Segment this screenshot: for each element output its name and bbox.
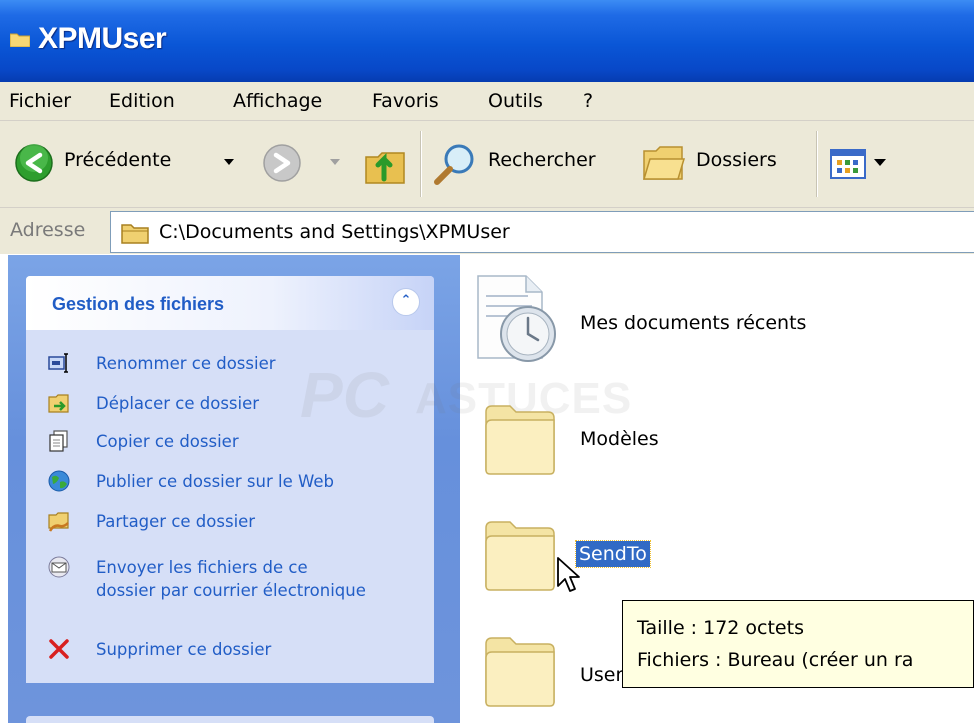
toolbar-separator [816,131,818,197]
file-item-recent-documents[interactable]: Mes documents récents [470,270,890,370]
task-label: Publier ce dossier sur le Web [96,472,334,491]
task-label: Copier ce dossier [96,432,239,451]
tooltip-size: Taille : 172 octets [637,617,804,639]
mouse-cursor-icon [557,557,580,592]
folder-icon [485,637,555,707]
folders-label: Dossiers [696,149,777,171]
back-button[interactable]: Précédente [8,137,268,189]
file-info-tooltip: Taille : 172 octets Fichiers : Bureau (c… [622,600,974,688]
search-label: Rechercher [488,149,596,171]
views-button[interactable] [826,145,898,185]
folders-icon [642,146,686,180]
file-name: User [580,664,624,686]
address-input[interactable]: C:\Documents and Settings\XPMUser [110,211,974,253]
up-folder-icon[interactable] [362,139,408,187]
copy-icon [49,430,68,452]
toolbar-separator [420,131,422,197]
email-icon [48,556,70,578]
rename-icon [48,353,68,373]
share-icon [48,512,69,532]
panel-title: Gestion des fichiers [52,294,225,314]
task-label: Envoyer les fichiers de ce dossier par c… [96,558,366,600]
window-title: XPMUser [38,22,167,55]
back-arrow-icon [15,144,53,182]
tooltip-files: Fichiers : Bureau (créer un ra [637,649,914,671]
collapse-button[interactable]: ⌃ [392,288,420,316]
task-label: Partager ce dossier [96,512,256,531]
menu-view[interactable]: Affichage [233,90,322,112]
title-bar[interactable]: XPMUser [0,0,974,82]
search-icon [434,144,474,185]
details-panel[interactable] [26,716,434,723]
chevron-down-icon[interactable] [224,159,234,167]
back-label: Précédente [64,149,172,171]
task-label: Supprimer ce dossier [96,640,272,659]
folders-button[interactable]: Dossiers [640,137,808,189]
chevron-down-icon [874,159,886,166]
folder-icon [121,224,149,244]
menu-edit[interactable]: Edition [109,90,175,112]
address-bar: Adresse C:\Documents and Settings\XPMUse… [0,208,974,254]
watermark: PC [300,359,389,431]
toolbar: Précédente Rechercher Dossiers [0,121,974,208]
file-item-templates[interactable]: Modèles [484,400,804,480]
recent-documents-icon [477,275,556,362]
forward-arrow-icon[interactable] [262,143,302,183]
search-button[interactable]: Rechercher [428,137,628,189]
chevron-up-icon: ⌃ [400,293,412,308]
views-icon [830,149,866,179]
address-label: Adresse [10,219,86,241]
folder-icon [10,33,30,47]
move-icon [48,394,69,413]
menu-bar: Fichier Edition Affichage Favoris Outils… [0,82,974,121]
panel-header[interactable]: Gestion des fichiers ⌃ [26,276,434,330]
forward-dropdown-icon[interactable] [330,159,340,167]
menu-tools[interactable]: Outils [488,90,543,112]
folder-icon [485,405,555,475]
address-path: C:\Documents and Settings\XPMUser [159,221,510,243]
publish-web-icon [48,470,70,492]
delete-icon [49,639,69,659]
selected-file-name[interactable]: SendTo [575,540,651,568]
menu-help[interactable]: ? [583,90,593,112]
file-tasks-panel: Gestion des fichiers ⌃ Renommer ce dossi… [26,276,434,683]
file-name: Mes documents récents [580,312,807,334]
folder-icon [485,521,555,591]
file-name: Modèles [580,428,659,450]
menu-file[interactable]: Fichier [9,90,71,112]
menu-favorites[interactable]: Favoris [372,90,439,112]
